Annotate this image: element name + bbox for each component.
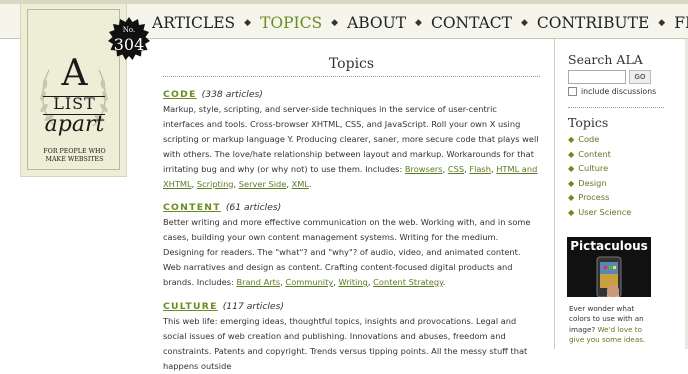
- diamond-bullet-icon: ◆: [568, 206, 575, 217]
- topic-label: Code: [578, 134, 600, 144]
- page-title: Topics: [328, 56, 375, 72]
- phone-image-icon: [596, 256, 622, 297]
- article-count: (117 articles): [222, 300, 284, 312]
- topic-link-writing[interactable]: Writing: [338, 277, 367, 287]
- search-input[interactable]: [568, 70, 626, 84]
- section-title-link[interactable]: CULTURE: [163, 301, 218, 312]
- diamond-bullet-icon: ◆: [568, 192, 575, 203]
- nav-items: ARTICLES ◆ TOPICS ◆ ABOUT ◆ CONTACT ◆ CO…: [152, 14, 688, 32]
- logo-letter-a: A: [61, 53, 88, 94]
- topic-label: Content: [578, 148, 611, 159]
- issue-number: 304: [113, 35, 145, 54]
- nav-separator: ◆: [415, 18, 422, 28]
- nav-separator: ◆: [658, 18, 666, 28]
- section-title-link[interactable]: CONTENT: [163, 202, 221, 213]
- topic-section-content: CONTENT (61 articles) Better writing and …: [163, 202, 540, 290]
- nav-topics[interactable]: TOPICS: [260, 14, 322, 32]
- nav-articles[interactable]: ARTICLES: [152, 14, 235, 32]
- section-title-link[interactable]: CODE: [163, 89, 197, 100]
- topic-link-server-side[interactable]: Server Side: [239, 179, 287, 189]
- search-go-button[interactable]: GO: [629, 70, 651, 84]
- topic-link-community[interactable]: Community: [285, 277, 333, 287]
- include-discussions-label: include discussions: [581, 87, 657, 96]
- topic-link-content-strategy[interactable]: Content Strategy: [373, 277, 443, 287]
- sidebar-topic-user-science[interactable]: ◆ User Science: [568, 205, 682, 220]
- topics-list: ◆ Code ◆ Content ◆ Culture ◆ Design ◆ Process…: [568, 132, 682, 220]
- sidebar-topic-code[interactable]: ◆ Code: [568, 132, 682, 147]
- sidebar: Search ALA GO include discussions Topics…: [568, 52, 682, 220]
- include-discussions-checkbox[interactable]: [568, 87, 577, 96]
- search-heading: Search ALA: [568, 52, 643, 67]
- topic-link-browsers[interactable]: Browsers: [405, 164, 443, 174]
- title-divider: [163, 76, 540, 77]
- issue-badge[interactable]: No. 304: [106, 17, 152, 61]
- logo-tagline-line2: MAKE WEBSITES: [45, 156, 104, 163]
- topic-link-xml[interactable]: XML: [292, 179, 309, 189]
- diamond-bullet-icon: ◆: [568, 163, 575, 174]
- logo-tagline: FOR PEOPLE WHO MAKE WEBSITES: [21, 148, 128, 164]
- nav-separator: ◆: [244, 18, 252, 28]
- diamond-bullet-icon: ◆: [568, 148, 575, 159]
- nav-contact[interactable]: CONTACT: [431, 14, 512, 32]
- logo-list: LIST: [53, 94, 96, 113]
- topic-link-scripting[interactable]: Scripting: [197, 179, 234, 189]
- logo-apart: apart: [44, 112, 105, 137]
- section-description: Markup, style, scripting, and server-sid…: [163, 104, 539, 189]
- topic-section-culture: CULTURE (117 articles) This web life: eme…: [163, 301, 540, 374]
- diamond-bullet-icon: ◆: [568, 177, 575, 188]
- diamond-bullet-icon: ◆: [568, 134, 575, 144]
- sidebar-topic-culture[interactable]: ◆ Culture: [568, 161, 682, 176]
- topic-label: Design: [578, 177, 607, 188]
- sidebar-divider: [568, 107, 664, 108]
- article-count: (338 articles): [201, 89, 263, 100]
- section-description: This web life: emerging ideas, thoughtfu…: [163, 314, 540, 374]
- section-header: CODE (338 articles): [163, 89, 540, 100]
- nav-feed[interactable]: FEED: [674, 14, 688, 32]
- column-divider: [554, 39, 555, 349]
- issue-no-label: No.: [122, 26, 136, 34]
- article-count: (61 articles): [225, 202, 282, 214]
- search-form: GO: [568, 70, 682, 84]
- topic-label: Culture: [578, 163, 609, 174]
- ad-description: Ever wonder what colors to use with an i…: [569, 304, 655, 345]
- logo-tagline-line1: FOR PEOPLE WHO: [43, 148, 106, 155]
- section-header: CONTENT (61 articles): [163, 202, 540, 213]
- main-content: Topics CODE (338 articles) Markup, style,…: [163, 56, 540, 374]
- nav-about[interactable]: ABOUT: [347, 14, 406, 32]
- section-description: Better writing and more effective commun…: [163, 217, 531, 288]
- section-header: CULTURE (117 articles): [163, 301, 540, 312]
- topic-label: Process: [578, 192, 610, 203]
- sidebar-topic-design[interactable]: ◆ Design: [568, 176, 682, 191]
- topic-link-flash[interactable]: Flash: [469, 164, 491, 174]
- nav-contribute[interactable]: CONTRIBUTE: [537, 14, 649, 32]
- topic-label: User Science: [578, 206, 632, 217]
- include-discussions-row[interactable]: include discussions: [568, 87, 682, 96]
- nav-separator: ◆: [520, 18, 528, 28]
- topic-link-brand-arts[interactable]: Brand Arts: [236, 277, 280, 287]
- topic-link-css[interactable]: CSS: [448, 164, 464, 174]
- nav-separator: ◆: [331, 18, 339, 28]
- section-text: This web life: emerging ideas, thoughtfu…: [163, 315, 528, 371]
- pictaculous-ad[interactable]: Pictaculous: [567, 237, 651, 297]
- sidebar-topic-content[interactable]: ◆ Content: [568, 147, 682, 162]
- sidebar-topic-process[interactable]: ◆ Process: [568, 190, 682, 205]
- topic-section-code: CODE (338 articles) Markup, style, script…: [163, 89, 540, 191]
- topics-heading: Topics: [568, 115, 609, 130]
